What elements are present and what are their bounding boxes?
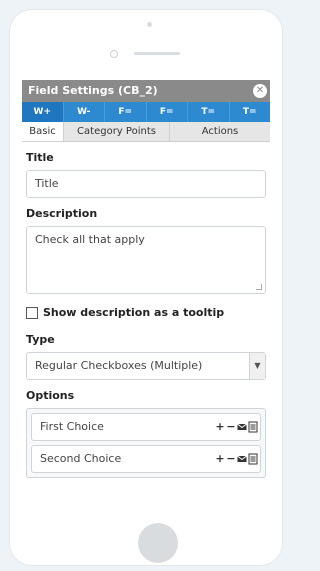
options-label: Options	[26, 389, 75, 402]
resize-grip-icon[interactable]	[256, 284, 262, 290]
type-select-value: Regular Checkboxes (Multiple)	[35, 359, 203, 372]
option-actions: + −	[215, 446, 258, 472]
toolbar-button-width-increase[interactable]: W+	[22, 102, 64, 122]
add-icon[interactable]: +	[215, 453, 225, 465]
tooltip-checkbox[interactable]	[26, 306, 38, 319]
front-sensor	[110, 50, 118, 58]
title-label: Title	[26, 151, 54, 164]
description-textarea[interactable]: Check all that apply	[26, 226, 266, 294]
options-list: First Choice + − Second Choice + −	[26, 408, 266, 478]
home-button[interactable]	[138, 523, 178, 563]
mail-icon[interactable]	[237, 453, 247, 465]
description-label: Description	[26, 207, 98, 220]
option-row: First Choice + −	[31, 413, 261, 441]
add-icon[interactable]: +	[215, 421, 225, 433]
option-value[interactable]: Second Choice	[40, 452, 121, 465]
settings-tabs: Basic Category Points Actions	[22, 122, 270, 142]
option-actions: + −	[215, 414, 258, 440]
toolbar-button-width-decrease[interactable]: W-	[64, 102, 105, 122]
toolbar-button-text-1[interactable]: T=	[188, 102, 230, 122]
type-label: Type	[26, 333, 55, 346]
type-select[interactable]: Regular Checkboxes (Multiple) ▼	[26, 352, 266, 380]
field-toolbar: W+ W- F= F= T= T=	[22, 102, 270, 122]
tooltip-checkbox-row[interactable]: Show description as a tooltip	[26, 306, 266, 319]
chevron-down-icon[interactable]: ▼	[249, 353, 265, 379]
tab-basic[interactable]: Basic	[22, 122, 64, 141]
toolbar-button-float-2[interactable]: F=	[147, 102, 188, 122]
tooltip-checkbox-label: Show description as a tooltip	[43, 306, 225, 319]
camera-dot	[147, 22, 152, 27]
remove-icon[interactable]: −	[226, 421, 236, 433]
toolbar-button-text-2[interactable]: T=	[230, 102, 271, 122]
description-text: Check all that apply	[35, 233, 145, 246]
option-row: Second Choice + −	[31, 445, 261, 473]
mail-icon[interactable]	[237, 421, 247, 433]
document-icon[interactable]	[248, 421, 258, 433]
option-value[interactable]: First Choice	[40, 420, 104, 433]
title-input[interactable]: Title	[26, 170, 266, 198]
document-icon[interactable]	[248, 453, 258, 465]
close-icon[interactable]: ✕	[253, 84, 267, 98]
basic-settings-form: Title Title Description Check all that a…	[22, 151, 270, 478]
field-settings-panel: Field Settings (CB_2) ✕ W+ W- F= F= T= T…	[22, 80, 270, 498]
tab-actions[interactable]: Actions	[170, 122, 270, 141]
remove-icon[interactable]: −	[226, 453, 236, 465]
panel-titlebar: Field Settings (CB_2) ✕	[22, 80, 270, 102]
toolbar-button-float-1[interactable]: F=	[105, 102, 147, 122]
tab-category-points[interactable]: Category Points	[64, 122, 170, 141]
speaker-slot	[134, 52, 180, 55]
panel-title: Field Settings (CB_2)	[28, 84, 158, 97]
